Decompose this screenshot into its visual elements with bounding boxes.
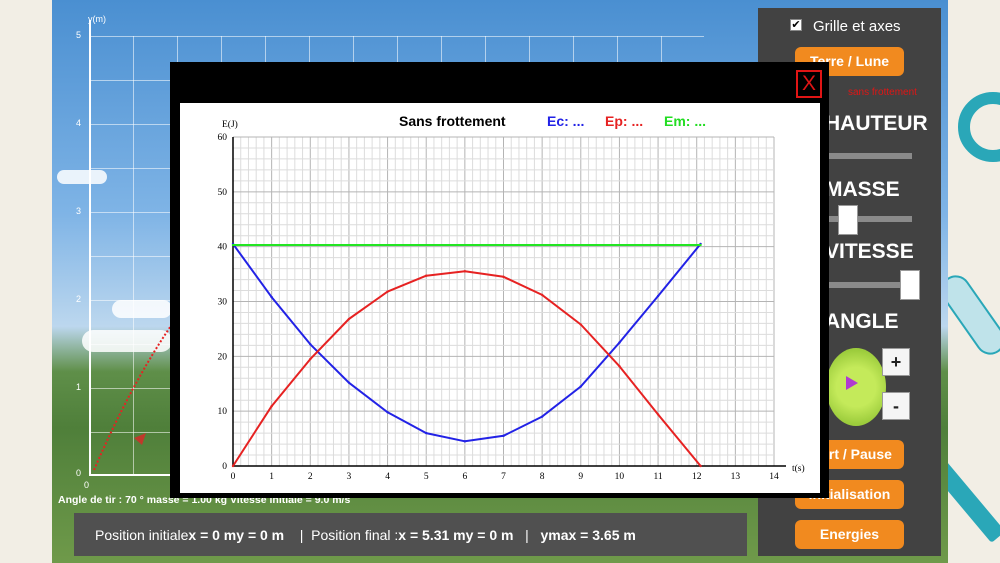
series-ep-point (309, 357, 312, 361)
grid-axes-label: Grille et axes (813, 18, 901, 35)
series-ec-point (540, 415, 544, 418)
series-ec-point (502, 434, 505, 438)
x-tick-label: 14 (769, 472, 779, 482)
decorative-border-right (948, 0, 1000, 563)
chart-title: Sans frottement (399, 113, 506, 129)
legend-ep: Ep: ... (605, 113, 643, 129)
y-tick-label: 0 (222, 462, 227, 472)
x-tick-label: 6 (462, 472, 467, 482)
energy-chart: 0 1 2 3 4 5 6 7 8 9 10 11 12 13 14 0 10 20 30 40 50 60 Sans f… (180, 103, 820, 493)
series-em-point (231, 243, 235, 247)
scene-y-tick: 1 (76, 382, 82, 392)
series-ec-point (309, 343, 312, 346)
series-ep-point (656, 413, 660, 416)
series-ec-point (579, 385, 582, 388)
masse-label: MASSE (825, 178, 900, 201)
final-x-value: x = 5.31 m (398, 526, 466, 543)
y-tick-label: 50 (218, 188, 228, 198)
angle-label: ANGLE (825, 310, 899, 333)
initial-position-label: Position initiale (95, 526, 189, 543)
y-tick-label: 40 (218, 243, 228, 253)
x-tick-label: 1 (269, 472, 274, 482)
series-ec-point (656, 294, 660, 298)
legend-ec: Ec: ... (547, 113, 584, 129)
scene-y-tick: 3 (76, 206, 82, 216)
energy-chart-svg: 0 1 2 3 4 5 6 7 8 9 10 11 12 13 140102030405060 Sans f… (218, 113, 805, 482)
grid-axes-checkbox[interactable]: ✔ (790, 19, 802, 31)
y-axis-label: E(J) (222, 119, 238, 130)
x-tick-label: 12 (692, 472, 702, 482)
legend-em: Em: ... (664, 113, 706, 129)
x-tick-label: 13 (731, 472, 741, 482)
series-ep-line (232, 270, 702, 467)
final-y-value: y = 0 m (465, 526, 514, 543)
close-modal-button[interactable]: X (796, 70, 822, 98)
scene-y-tick: 5 (76, 30, 82, 40)
series-ep-point (579, 323, 582, 326)
series-em-point (699, 243, 702, 247)
x-tick-label: 7 (501, 472, 506, 482)
energy-chart-modal: X 0 1 2 3 4 5 6 7 8 9 10 11 12 13 14 0 10 20 30 40 50 60 Sans… (170, 62, 829, 498)
series-ep-point (270, 405, 273, 408)
syringe-decoration-icon (948, 447, 1000, 543)
masse-slider-thumb[interactable] (838, 205, 858, 235)
x-tick-label: 0 (231, 472, 236, 482)
series-ep-point (347, 317, 351, 321)
scene-y-tick: 4 (76, 118, 82, 128)
x-tick-label: 4 (385, 472, 390, 482)
pill-decoration-icon (948, 269, 1000, 361)
angle-arrow-icon (846, 376, 858, 390)
initial-y-value: y = 0 m (236, 526, 285, 543)
ymax-value: ymax = 3.65 m (540, 526, 636, 543)
friction-note: sans frottement (848, 87, 917, 98)
series-ec-point (425, 431, 428, 435)
vitesse-label: VITESSE (825, 240, 914, 263)
series-ec-line (232, 243, 702, 443)
series-ep-point (540, 293, 544, 297)
series-ep-point (463, 270, 467, 273)
ring-decoration-icon (958, 92, 1000, 162)
series-ep-point (618, 365, 621, 368)
series-ec-point (270, 295, 273, 299)
scene-y-tick: 2 (76, 294, 82, 304)
hauteur-slider[interactable] (824, 153, 912, 159)
position-status-bar: Position initiale x = 0 m y = 0 m | Posi… (74, 513, 747, 556)
vitesse-slider[interactable] (824, 282, 912, 288)
x-tick-label: 3 (347, 472, 352, 482)
x-tick-label: 11 (653, 472, 662, 482)
x-tick-label: 2 (308, 472, 313, 482)
angle-plus-button[interactable]: + (882, 348, 910, 376)
x-axis-label: t(s) (792, 463, 805, 474)
decorative-border-left (0, 0, 52, 563)
hauteur-label: HAUTEUR (825, 112, 928, 135)
scene-x-origin: 0 (84, 480, 90, 490)
series-ep-point (386, 290, 389, 293)
series-ec-point (463, 440, 467, 443)
x-tick-label: 8 (540, 472, 545, 482)
series-ep-point (231, 464, 235, 468)
series-ep-point (425, 274, 428, 277)
series-ep-point (699, 464, 702, 468)
series-ec-point (618, 341, 621, 344)
scene-y-tick: 0 (76, 468, 82, 478)
y-tick-label: 20 (218, 352, 228, 362)
y-tick-label: 30 (218, 298, 228, 308)
final-position-label: Position final : (311, 526, 399, 543)
x-tick-label: 10 (615, 472, 625, 482)
initial-x-value: x = 0 m (188, 526, 237, 543)
series-ep-point (502, 275, 505, 279)
x-tick-label: 9 (578, 472, 583, 482)
y-tick-label: 60 (218, 133, 228, 143)
y-tick-label: 10 (218, 407, 228, 417)
angle-minus-button[interactable]: - (882, 392, 910, 420)
energies-button[interactable]: Energies (795, 520, 904, 549)
x-tick-label: 5 (424, 472, 429, 482)
series-ec-point (347, 381, 351, 384)
vitesse-slider-thumb[interactable] (900, 270, 920, 300)
series-ec-point (386, 411, 389, 414)
